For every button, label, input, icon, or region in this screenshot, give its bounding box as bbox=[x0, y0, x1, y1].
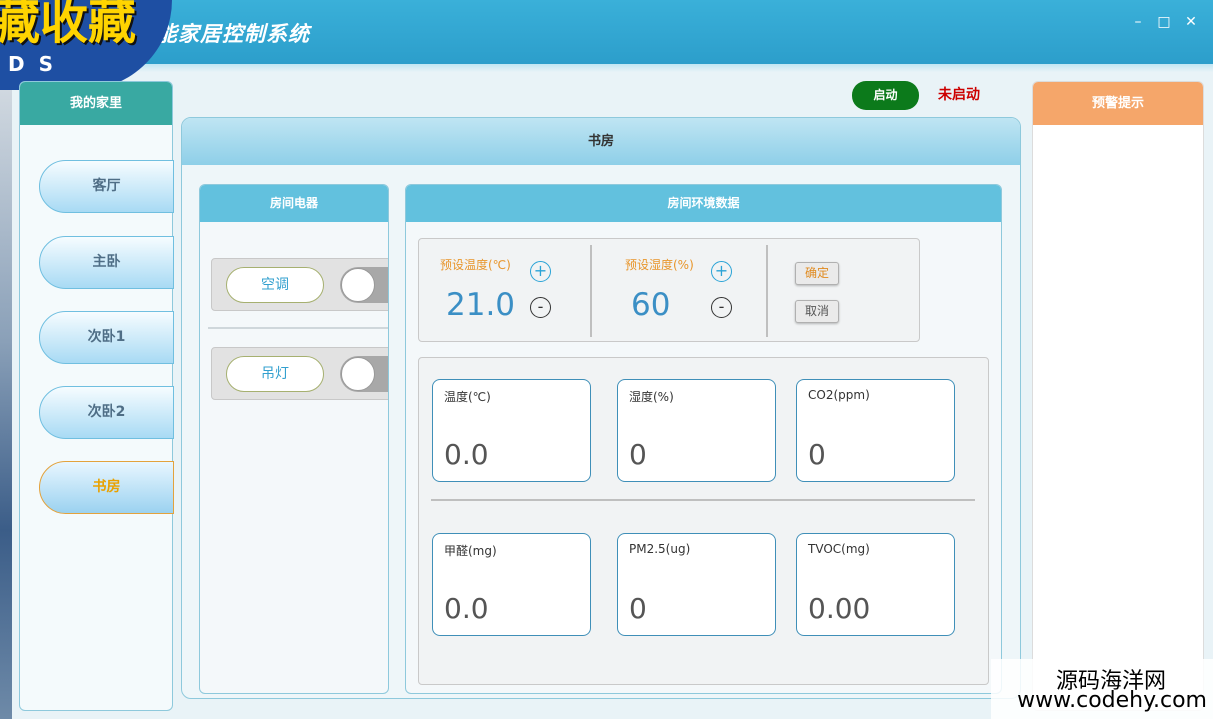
devices-panel: 房间电器 空调 吊灯 bbox=[199, 184, 389, 694]
temp-minus-button[interactable]: - bbox=[530, 297, 551, 318]
minimize-button[interactable]: – bbox=[1128, 12, 1148, 32]
sensor-value: 0 bbox=[629, 438, 647, 471]
preset-divider bbox=[590, 245, 592, 337]
watermark-url: www.codehy.com bbox=[1017, 688, 1207, 713]
humidity-minus-button[interactable]: - bbox=[711, 297, 732, 318]
device-toggle-ceiling-light[interactable] bbox=[340, 356, 388, 392]
preset-divider bbox=[766, 245, 768, 337]
sensor-divider bbox=[431, 499, 975, 501]
overlay-logo-text: 藏收藏 bbox=[0, 0, 137, 50]
status-text: 未启动 bbox=[938, 87, 980, 103]
temp-plus-button[interactable]: + bbox=[530, 261, 551, 282]
sensor-card-formaldehyde: 甲醛(mg) 0.0 bbox=[432, 533, 591, 636]
toggle-knob bbox=[341, 268, 375, 302]
preset-humidity-label: 预设湿度(%) bbox=[625, 258, 694, 272]
sensor-label: 甲醛(mg) bbox=[444, 544, 497, 558]
sensor-label: PM2.5(ug) bbox=[629, 542, 691, 556]
sensor-value: 0.0 bbox=[444, 438, 489, 471]
sensor-value: 0 bbox=[808, 438, 826, 471]
sensor-value: 0 bbox=[629, 592, 647, 625]
close-button[interactable]: ✕ bbox=[1181, 12, 1201, 32]
preset-temp-label: 预设温度(℃) bbox=[440, 258, 511, 272]
sensor-label: TVOC(mg) bbox=[808, 542, 870, 556]
warning-panel: 预警提示 bbox=[1032, 81, 1204, 711]
confirm-button[interactable]: 确定 bbox=[795, 262, 839, 285]
maximize-button[interactable]: □ bbox=[1154, 12, 1174, 32]
start-button[interactable]: 启动 bbox=[852, 81, 919, 110]
room-button-bedroom-2[interactable]: 次卧2 bbox=[39, 386, 174, 439]
sensor-readings: 温度(℃) 0.0 湿度(%) 0 CO2(ppm) 0 甲醛(mg) 0.0 … bbox=[418, 357, 989, 685]
room-button-bedroom-1[interactable]: 次卧1 bbox=[39, 311, 174, 364]
device-label-ceiling-light: 吊灯 bbox=[226, 356, 324, 392]
humidity-plus-button[interactable]: + bbox=[711, 261, 732, 282]
sensor-value: 0.0 bbox=[444, 592, 489, 625]
sidebar-header: 我的家里 bbox=[20, 82, 172, 125]
environment-panel-header: 房间环境数据 bbox=[406, 185, 1001, 222]
room-title: 书房 bbox=[182, 118, 1020, 165]
device-label-ac: 空调 bbox=[226, 267, 324, 303]
preset-controls: 预设温度(℃) + 21.0 - 预设湿度(%) + 60 - 确定 取消 bbox=[418, 238, 920, 342]
room-button-study[interactable]: 书房 bbox=[39, 461, 174, 514]
environment-panel: 房间环境数据 预设温度(℃) + 21.0 - 预设湿度(%) + 60 - 确… bbox=[405, 184, 1002, 694]
sensor-label: 湿度(%) bbox=[629, 390, 674, 404]
device-toggle-ac[interactable] bbox=[340, 267, 388, 303]
device-row-ceiling-light: 吊灯 bbox=[211, 347, 388, 400]
preset-humidity-value: 60 bbox=[631, 287, 671, 323]
devices-panel-header: 房间电器 bbox=[200, 185, 388, 222]
room-button-living-room[interactable]: 客厅 bbox=[39, 160, 174, 213]
room-button-master-bedroom[interactable]: 主卧 bbox=[39, 236, 174, 289]
preset-temp-value: 21.0 bbox=[446, 287, 516, 323]
sensor-card-pm25: PM2.5(ug) 0 bbox=[617, 533, 776, 636]
sensor-label: CO2(ppm) bbox=[808, 388, 870, 402]
sensor-value: 0.00 bbox=[808, 592, 871, 625]
warning-panel-header: 预警提示 bbox=[1033, 82, 1203, 125]
overlay-logo: 藏收藏 DS bbox=[0, 0, 172, 90]
device-row-ac: 空调 bbox=[211, 258, 388, 311]
desktop-background-strip bbox=[0, 90, 12, 719]
sensor-card-co2: CO2(ppm) 0 bbox=[796, 379, 955, 482]
room-sidebar: 我的家里 客厅 主卧 次卧1 次卧2 书房 bbox=[19, 81, 174, 711]
sensor-card-temperature: 温度(℃) 0.0 bbox=[432, 379, 591, 482]
sensor-card-humidity: 湿度(%) 0 bbox=[617, 379, 776, 482]
overlay-logo-subtext: DS bbox=[8, 52, 68, 76]
device-divider bbox=[208, 327, 388, 329]
cancel-button[interactable]: 取消 bbox=[795, 300, 839, 323]
sensor-label: 温度(℃) bbox=[444, 390, 491, 404]
title-bar: 智能家居控制系统 – □ ✕ bbox=[0, 0, 1213, 64]
toggle-knob bbox=[341, 357, 375, 391]
watermark: 源码海洋网 www.codehy.com bbox=[991, 659, 1213, 719]
sensor-card-tvoc: TVOC(mg) 0.00 bbox=[796, 533, 955, 636]
title-bar-divider bbox=[0, 64, 1213, 72]
